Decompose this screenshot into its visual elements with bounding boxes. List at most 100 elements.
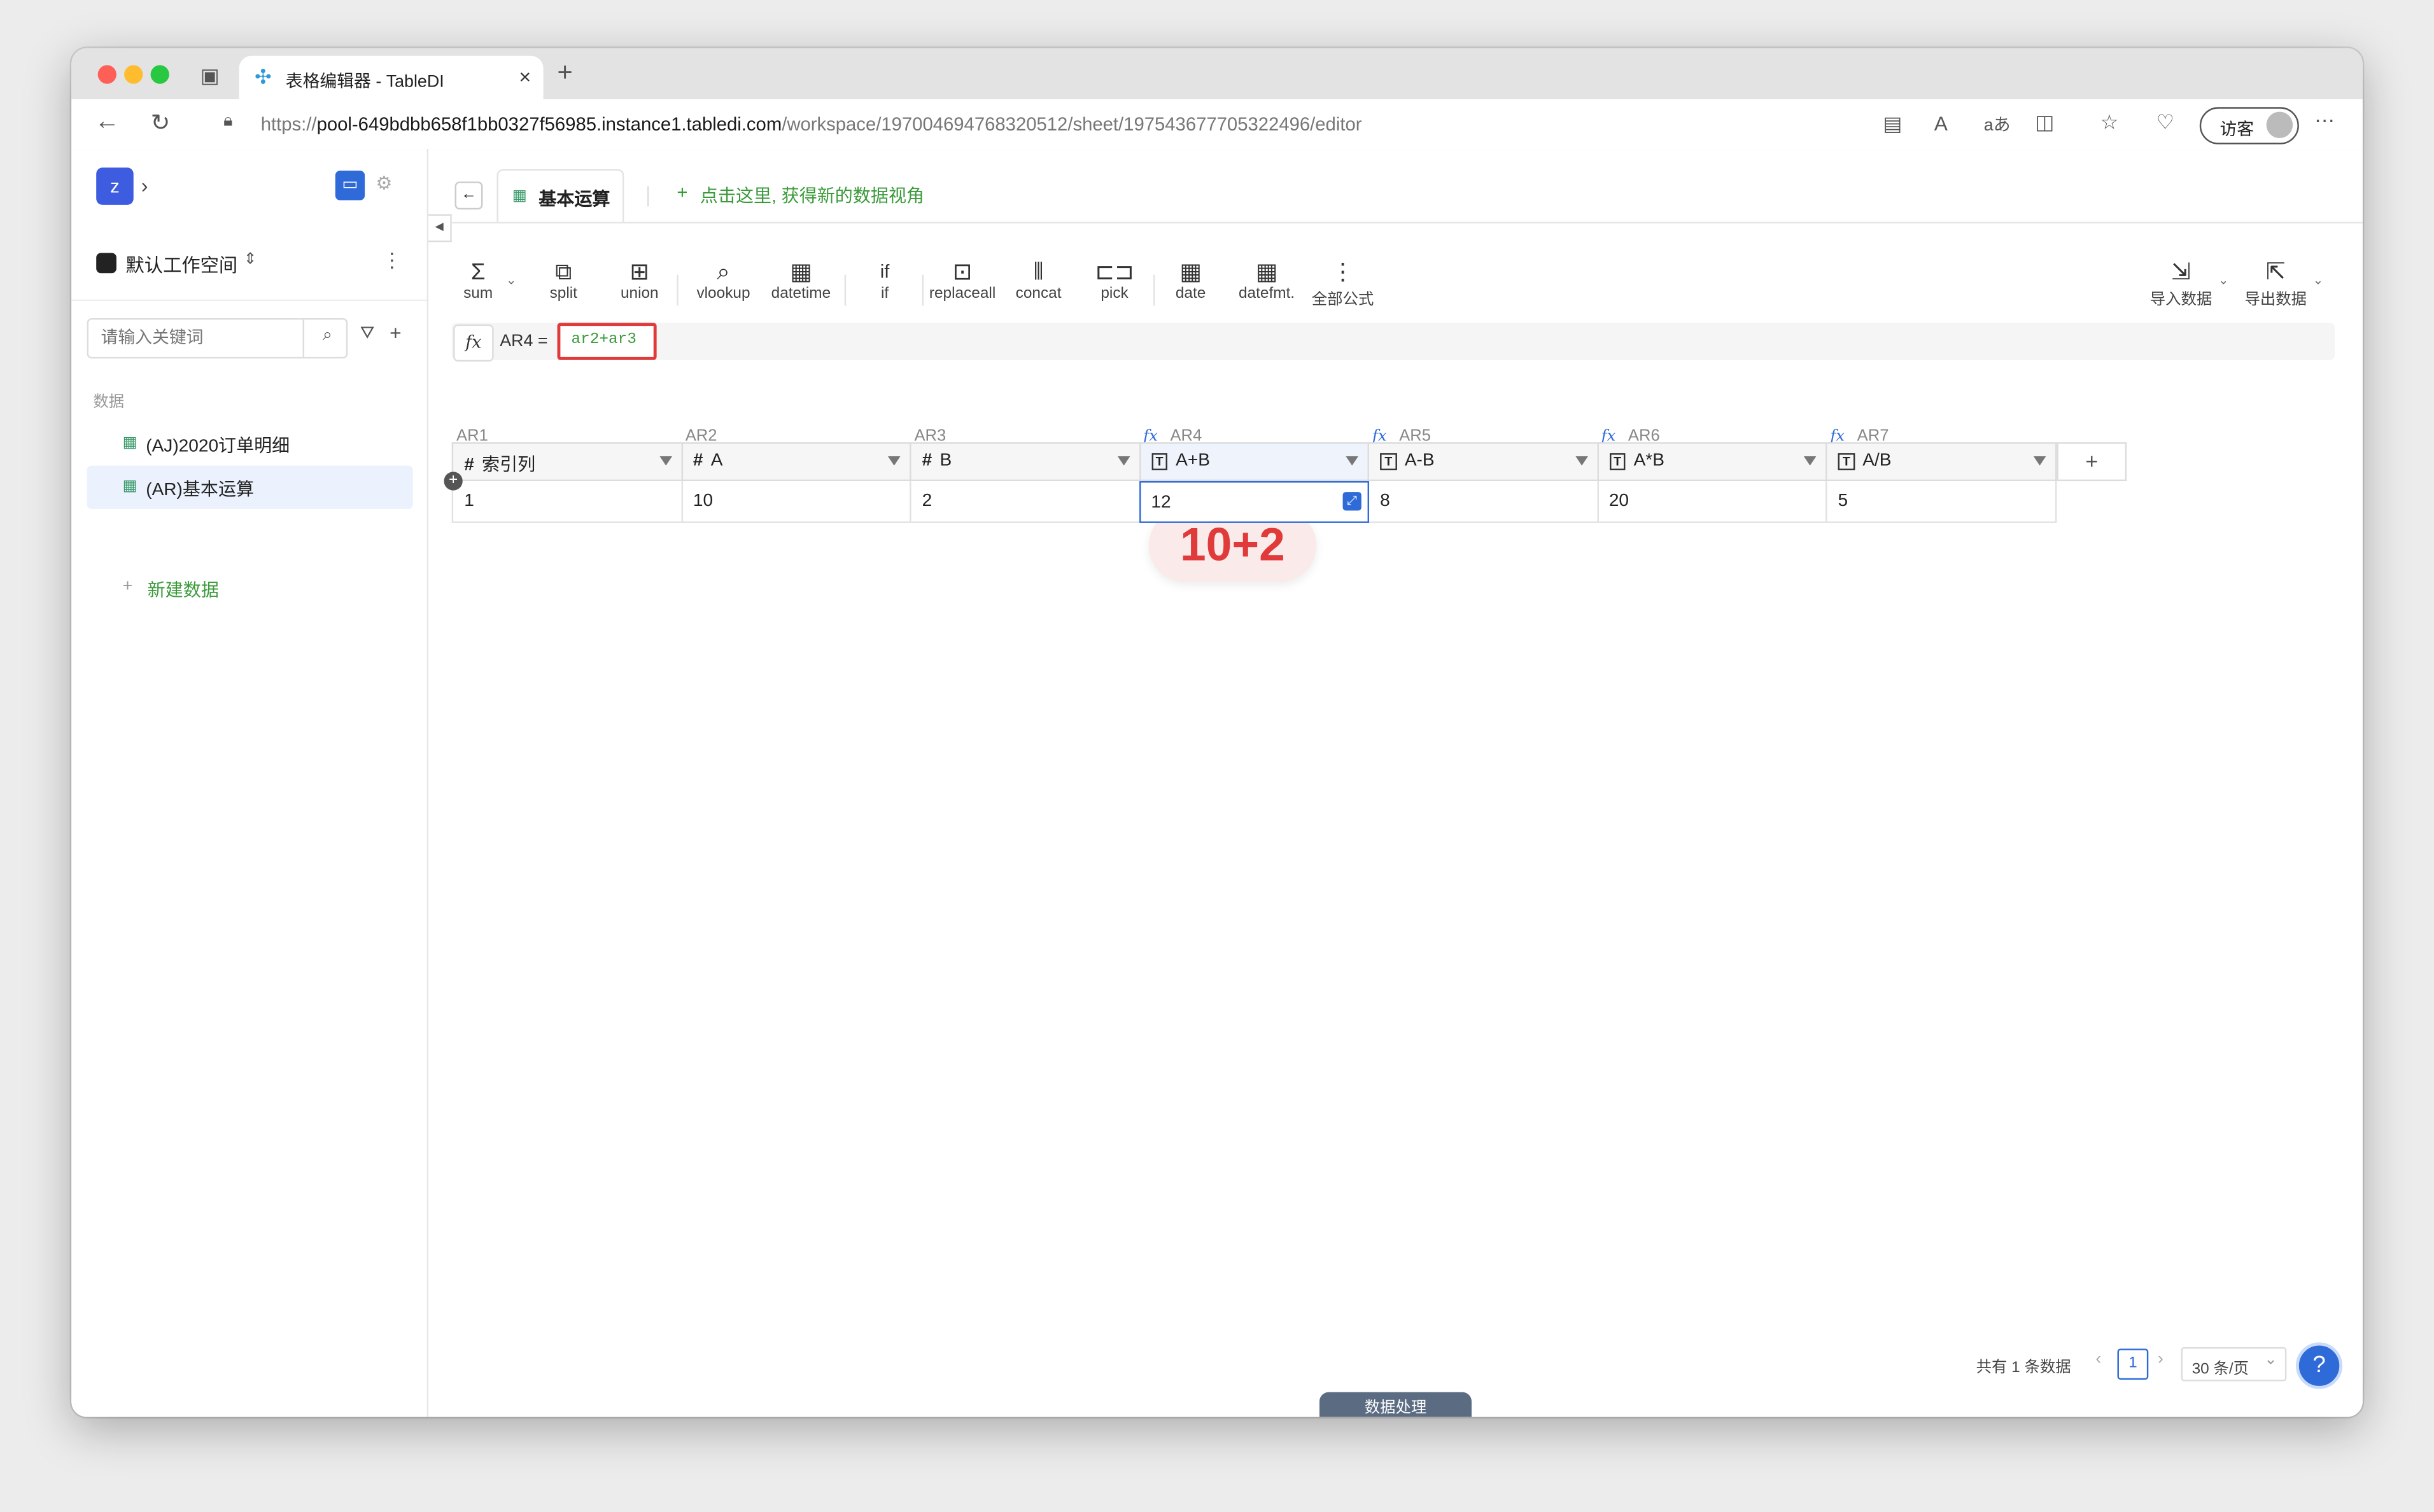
column-header-ar5[interactable]: T A-B — [1367, 442, 1598, 482]
export-dropdown-icon[interactable]: ⌄ — [2313, 273, 2323, 287]
toolbar-replaceall[interactable]: ⊡ replaceall — [924, 259, 1001, 302]
formula-input[interactable]: ar2+ar3 — [557, 323, 657, 360]
toolbar-concat[interactable]: ⫴ concat — [1000, 259, 1078, 302]
toolbar-label: replaceall — [929, 285, 996, 303]
add-icon[interactable]: + — [390, 321, 402, 345]
column-name: A-B — [1404, 451, 1435, 470]
close-tab-icon[interactable]: × — [519, 65, 531, 88]
column-menu-icon[interactable] — [659, 456, 672, 466]
back-icon[interactable]: ← — [95, 109, 120, 137]
column-name: A*B — [1633, 451, 1664, 470]
table-cell[interactable]: 12 ⤢ — [1138, 481, 1370, 523]
table-cell[interactable]: 8 — [1367, 481, 1598, 523]
toolbar-all-formulas[interactable]: ⋮ 全部公式 — [1304, 259, 1382, 309]
calendar-icon: ▦ — [790, 259, 812, 286]
column-header-ar7[interactable]: T A/B — [1826, 442, 2057, 482]
close-window-button[interactable] — [97, 65, 116, 84]
number-type-icon: # — [464, 456, 474, 475]
minimize-window-button[interactable] — [124, 65, 143, 84]
toolbar-sum[interactable]: Σsum — [439, 259, 517, 302]
column-header-label: # 索引列 — [464, 452, 535, 477]
toolbar-split[interactable]: ⧉ split — [524, 259, 602, 302]
reload-icon[interactable]: ↻ — [151, 109, 171, 136]
favorites-icon[interactable]: ☆ — [2100, 110, 2118, 135]
sidebar-item-ar[interactable]: ▦ (AR)基本运算 — [87, 465, 413, 509]
workspace-name[interactable]: 默认工作空间 — [126, 251, 238, 277]
toolbar-if[interactable]: if if — [846, 259, 924, 303]
next-page-icon[interactable]: › — [2158, 1350, 2163, 1369]
toolbar-label: sum — [463, 285, 493, 303]
table-cell[interactable]: 1 — [451, 481, 682, 523]
sum-dropdown-icon[interactable]: ⌄ — [506, 273, 516, 287]
export-data-button[interactable]: ⇱ 导出数据 — [2237, 259, 2314, 309]
add-row-icon[interactable]: + — [444, 472, 463, 491]
prev-page-icon[interactable]: ‹ — [2095, 1350, 2101, 1369]
search-icon[interactable]: ⌕ — [323, 326, 332, 346]
cell-value: 10 — [693, 492, 714, 511]
browser-tab[interactable]: ✣ 表格编辑器 - TableDI × — [239, 55, 544, 100]
table-cell[interactable]: 2 — [910, 481, 1141, 523]
more-menu-icon[interactable]: ⋯ — [2314, 109, 2335, 134]
column-header-ar4[interactable]: T A+B — [1138, 442, 1370, 482]
column-menu-icon[interactable] — [887, 456, 901, 466]
performance-icon[interactable]: ♡ — [2156, 110, 2174, 135]
import-dropdown-icon[interactable]: ⌄ — [2218, 273, 2228, 287]
url-field[interactable]: https://pool-649bdbb658f1bb0327f56985.in… — [261, 113, 1362, 135]
back-button[interactable]: ← — [454, 181, 483, 210]
tab-basic-ops[interactable]: ▦ 基本运算 — [496, 169, 624, 224]
cell-value: 1 — [464, 492, 474, 511]
new-tab-icon[interactable]: + — [558, 57, 573, 88]
table-cell[interactable]: 10 — [680, 481, 911, 523]
import-data-button[interactable]: ⇲ 导入数据 — [2142, 259, 2220, 309]
split-screen-icon[interactable]: ◫ — [2035, 110, 2054, 135]
page-number-label: 1 — [2128, 1355, 2137, 1372]
new-data-link[interactable]: 新建数据 — [148, 577, 219, 602]
page-number[interactable]: 1 — [2117, 1348, 2149, 1380]
data-processing-tab[interactable]: 数据处理 — [1319, 1392, 1472, 1417]
column-menu-icon[interactable] — [1575, 456, 1587, 466]
chevron-right-icon[interactable]: › — [141, 174, 148, 197]
new-data-plus-icon: + — [122, 577, 133, 596]
sidebar-toggle-icon[interactable]: ▣ — [200, 64, 220, 88]
column-header-ar3[interactable]: # B — [910, 442, 1141, 482]
table-cell[interactable]: 5 — [1826, 481, 2057, 523]
clipboard-icon[interactable]: ▤ — [1883, 112, 1902, 137]
column-header-ar6[interactable]: T A*B — [1596, 442, 1827, 482]
desktop-view-button[interactable]: ▭ — [335, 171, 365, 200]
column-menu-icon[interactable] — [1116, 456, 1130, 466]
search-input[interactable] — [88, 319, 305, 357]
new-view-label: 点击这里, 获得新的数据视角 — [700, 188, 925, 207]
toolbar-union[interactable]: ⊞ union — [601, 259, 679, 302]
expand-cell-icon[interactable]: ⤢ — [1342, 492, 1361, 511]
column-header-ar2[interactable]: # A — [680, 442, 911, 482]
column-menu-icon[interactable] — [2032, 456, 2046, 466]
collapse-sidebar-button[interactable]: ◀ — [428, 214, 452, 242]
column-header-ar1[interactable]: # 索引列 — [451, 442, 682, 482]
toolbar-datetime[interactable]: ▦ datetime — [762, 259, 840, 302]
workspace-switch-icon[interactable]: ⇕ — [244, 251, 257, 269]
help-button[interactable]: ? — [2295, 1342, 2343, 1389]
profile-button[interactable]: 访客 — [2199, 107, 2299, 144]
add-column-button[interactable]: + — [2057, 442, 2127, 482]
toolbar-vlookup[interactable]: ⌕ vlookup — [685, 259, 763, 302]
translate-icon[interactable]: aあ — [1984, 112, 2011, 137]
zoom-window-button[interactable] — [150, 65, 169, 84]
toolbar-pick[interactable]: ⊏⊐ pick — [1076, 259, 1153, 302]
avatar[interactable]: z — [96, 167, 134, 205]
toolbar-label: pick — [1101, 285, 1129, 303]
column-menu-icon[interactable] — [1346, 456, 1358, 466]
lock-icon[interactable]: 🔒︎ — [223, 112, 232, 132]
read-aloud-icon[interactable]: A — [1934, 112, 1948, 136]
import-label: 导入数据 — [2149, 291, 2212, 309]
settings-icon[interactable]: ⚙ — [376, 172, 392, 194]
sidebar-item-aj[interactable]: ▦ (AJ)2020订单明细 — [87, 422, 413, 465]
filter-icon[interactable]: ⛛ — [360, 325, 375, 345]
page-size-select[interactable]: 30 条/页 ⌄ — [2181, 1347, 2287, 1382]
toolbar-datefmt[interactable]: ▦ datefmt. — [1228, 259, 1305, 302]
fx-icon[interactable]: fx — [453, 324, 494, 362]
table-cell[interactable]: 20 — [1596, 481, 1827, 523]
toolbar-date[interactable]: ▦ date — [1152, 259, 1230, 302]
column-menu-icon[interactable] — [1803, 456, 1817, 466]
workspace-more-icon[interactable]: ⋮ — [382, 248, 402, 273]
browser-window: ▣ ✣ 表格编辑器 - TableDI × + ← ↻ 🔒︎ https://p… — [71, 48, 2363, 1417]
